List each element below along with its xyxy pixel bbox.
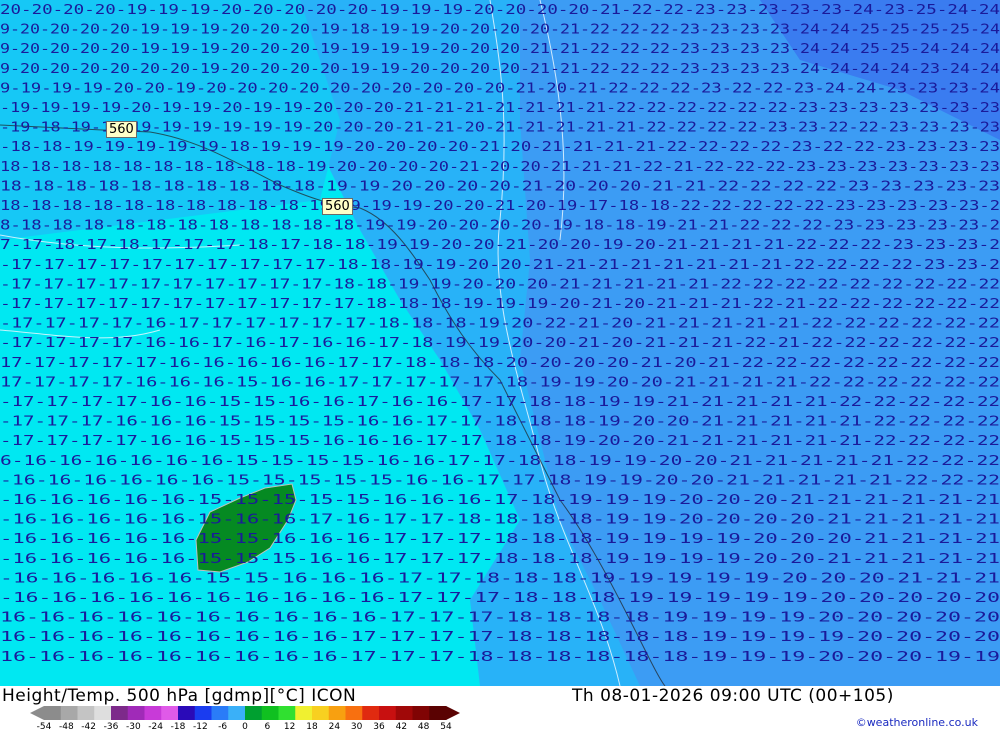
temperature-row: 18-18-18-18-18-18-18-18-18-18-19-19-20-2… xyxy=(0,179,1000,194)
scale-label: 6 xyxy=(264,722,271,732)
scale-label: -6 xyxy=(218,722,228,732)
scale-label: 12 xyxy=(283,722,296,732)
scale-swatch xyxy=(94,706,112,720)
scale-swatch xyxy=(328,706,346,720)
scale-label: 42 xyxy=(395,722,408,732)
color-scale-labels: -54 -48 -42 -36 -30 -24 -18 -12 -6 0 6 12 18 24 30 36 42… xyxy=(30,722,460,734)
scale-swatch xyxy=(245,706,263,720)
temperature-row: -16-16-16-16-16-16-15-15-15-15-15-16-16-… xyxy=(0,473,1000,488)
temperature-row: 18-18-18-18-18-18-18-18-18-18-19-19-19-1… xyxy=(0,199,1000,214)
map-title: Height/Temp. 500 hPa [gdmp][°C] ICON xyxy=(2,686,357,706)
map-timestamp: Th 08-01-2026 09:00 UTC (00+105) xyxy=(572,686,894,706)
scale-swatch xyxy=(161,706,179,720)
scale-label: 54 xyxy=(440,722,452,732)
scale-swatch xyxy=(395,706,413,720)
temperature-row: -16-16-16-16-16-15-16-16-17-16-17-17-18-… xyxy=(0,513,1000,528)
scale-swatch xyxy=(194,706,212,720)
scale-label: -54 xyxy=(36,722,52,732)
contour-label-560-upper: 560 xyxy=(106,121,137,138)
scale-label: -48 xyxy=(58,722,74,732)
scale-swatch xyxy=(345,706,363,720)
map-footer: Height/Temp. 500 hPa [gdmp][°C] ICON Th … xyxy=(0,686,1000,733)
temperature-row: -19-19-19-19-20-19-19-20-19-19-20-20-20-… xyxy=(0,101,1000,116)
scale-swatch xyxy=(412,706,430,720)
scale-swatch xyxy=(228,706,246,720)
scale-swatch xyxy=(295,706,313,720)
scale-label: -18 xyxy=(170,722,186,732)
temperature-row: -17-17-17-17-16-16-15-15-15-16-16-16-17-… xyxy=(0,434,1000,449)
scale-swatch xyxy=(379,706,397,720)
scale-swatch xyxy=(261,706,279,720)
temperature-row: -17-17-17-17-17-17-17-17-17-17-18-18-19-… xyxy=(0,258,1000,273)
scale-arrow-right xyxy=(446,706,460,720)
temperature-row: 9-20-20-20-20-19-19-19-20-20-20-19-19-19… xyxy=(0,42,1000,57)
weather-map: 20-20-20-20-19-19-19-20-20-20-20-20-19-1… xyxy=(0,0,1000,686)
scale-swatch xyxy=(44,706,62,720)
temperature-row: 17-17-17-17-16-16-16-15-16-16-17-17-17-1… xyxy=(0,375,1000,390)
scale-swatch xyxy=(211,706,229,720)
scale-label: 0 xyxy=(242,722,248,732)
temperature-row: 9-20-20-20-20-20-20-19-20-20-20-20-19-19… xyxy=(0,62,1000,77)
copyright-link[interactable]: ©weatheronline.co.uk xyxy=(856,716,978,729)
temperature-row: 17-17-17-17-17-16-16-16-16-16-17-17-18-1… xyxy=(0,356,1000,371)
scale-swatch xyxy=(362,706,380,720)
temperature-row: -17-17-17-17-17-17-17-17-17-17-17-18-18-… xyxy=(0,297,1000,312)
scale-label: -42 xyxy=(81,722,97,732)
temperature-row: -16-16-16-16-16-15-15-15-16-16-17-17-17-… xyxy=(0,552,1000,567)
temperature-row: -17-17-17-17-16-16-17-16-17-16-16-17-18-… xyxy=(0,336,1000,351)
scale-label: -24 xyxy=(148,722,164,732)
temperature-row: -16-16-16-16-16-15-15-15-15-15-16-16-16-… xyxy=(0,493,1000,508)
temperature-row: 8-18-18-18-18-18-18-18-18-18-18-18-19-19… xyxy=(0,219,1000,234)
temperature-row: 9-19-19-19-20-20-19-20-20-20-20-20-20-20… xyxy=(0,81,1000,96)
scale-label: 36 xyxy=(373,722,385,732)
scale-swatch xyxy=(144,706,162,720)
scale-label: -30 xyxy=(125,722,141,732)
scale-swatch xyxy=(111,706,129,720)
scale-swatch xyxy=(77,706,95,720)
temperature-row: 16-16-16-16-16-16-16-16-16-16-17-17-17-1… xyxy=(0,611,1000,626)
temperature-row: 6-16-16-16-16-16-16-15-15-15-15-16-16-17… xyxy=(0,454,1000,469)
scale-swatch xyxy=(278,706,296,720)
temperature-row: -16-16-16-16-16-15-15-16-16-16-17-17-18-… xyxy=(0,571,1000,586)
temperature-row: 18-18-18-18-18-18-18-18-18-18-19-20-20-2… xyxy=(0,160,1000,175)
temperature-row: -16-16-16-16-16-15-15-16-16-16-17-17-17-… xyxy=(0,532,1000,547)
scale-swatch xyxy=(178,706,196,720)
color-scale xyxy=(30,706,460,720)
temperature-row: -17-17-17-16-16-16-15-15-15-15-16-16-17-… xyxy=(0,415,1000,430)
scale-label: -36 xyxy=(103,722,119,732)
temperature-row: 20-20-20-20-19-19-19-20-20-20-20-20-19-1… xyxy=(0,3,1000,18)
temperature-row: -16-16-16-16-16-16-16-16-16-16-17-17-17-… xyxy=(0,591,1000,606)
scale-swatch xyxy=(60,706,78,720)
scale-swatch xyxy=(312,706,330,720)
temperature-row: -18-18-19-19-19-19-19-18-19-19-19-20-20-… xyxy=(0,140,1000,155)
scale-arrow-left xyxy=(30,706,44,720)
temperature-row: -17-17-17-17-16-17-17-17-17-17-17-18-18-… xyxy=(0,317,1000,332)
temperature-row: 9-20-20-20-20-19-19-19-20-20-20-19-18-19… xyxy=(0,23,1000,38)
temperature-row: 16-16-16-16-16-16-16-16-16-17-17-17-18-1… xyxy=(0,650,1000,665)
scale-swatch xyxy=(127,706,145,720)
scale-swatch xyxy=(429,706,447,720)
scale-label: 24 xyxy=(328,722,341,732)
map-canvas: 20-20-20-20-19-19-19-20-20-20-20-20-19-1… xyxy=(0,0,1000,686)
temperature-row: -17-17-17-17-17-17-17-17-17-17-18-18-19-… xyxy=(0,277,1000,292)
scale-label: 18 xyxy=(306,722,318,732)
scale-label: -12 xyxy=(192,722,208,732)
scale-label: 48 xyxy=(417,722,430,732)
temperature-row: 16-16-16-16-16-16-16-16-16-17-17-17-17-1… xyxy=(0,630,1000,645)
contour-label-560-lower: 560 xyxy=(322,198,353,215)
scale-label: 30 xyxy=(350,722,363,732)
temperature-row: -17-17-17-17-16-16-15-15-16-16-17-16-16-… xyxy=(0,395,1000,410)
temperature-row: 7-17-18-17-18-17-17-17-18-17-18-18-19-19… xyxy=(0,238,1000,253)
temperature-row: -19-18-19-19-19-19-19-19-19-19-20-20-20-… xyxy=(0,121,1000,136)
